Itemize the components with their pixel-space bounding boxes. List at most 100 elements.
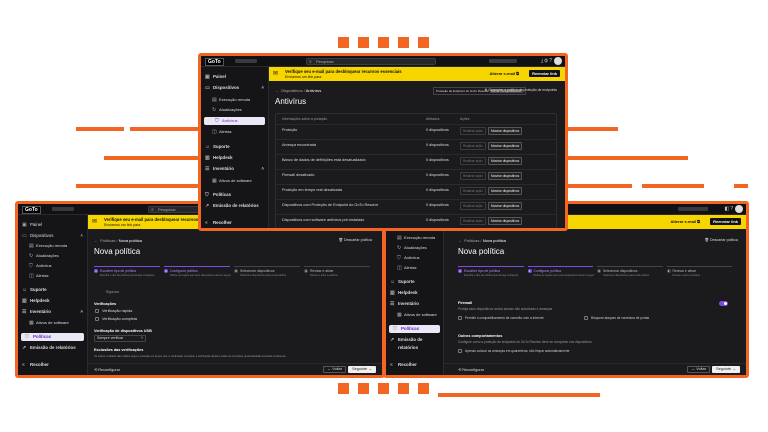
breadcrumb: ← Políticas / Nova política: [458, 238, 506, 243]
avatar[interactable]: [554, 57, 562, 65]
sidebar-item-policies[interactable]: ⛉ Políticas: [389, 325, 440, 333]
manage-policy-link[interactable]: ⚙ Gerenciar a política de proteção de en…: [484, 88, 557, 92]
take-action-button[interactable]: Realizar ação: [460, 172, 486, 180]
account-pill[interactable]: [235, 59, 257, 63]
show-devices-button[interactable]: Mostrar dispositivos: [488, 142, 523, 150]
reset-button[interactable]: ⟲ Reconfigurar: [94, 367, 120, 372]
quick-scan-checkbox[interactable]: [95, 309, 99, 313]
dashboard-icon: ▣: [205, 74, 210, 80]
step-3: 3 Selecionar dispositivos Selecione dispos…: [234, 266, 304, 281]
sidebar-item-updates[interactable]: ↻ Atualizações: [201, 106, 268, 114]
sidebar-collapse[interactable]: «Recolher: [201, 219, 268, 227]
take-action-button[interactable]: Realizar ação: [460, 217, 486, 225]
sidebar-item-antivirus[interactable]: ⛉ Antivírus: [204, 117, 265, 125]
sidebar-item-reports[interactable]: ↗ Emissão de relatórios: [18, 344, 87, 352]
show-devices-button[interactable]: Mostrar dispositivos: [488, 127, 523, 135]
block-port-scan-checkbox[interactable]: [584, 316, 588, 320]
sidebar-item-antivirus[interactable]: ⛉ Antivírus: [18, 262, 87, 270]
back-arrow-icon[interactable]: ←: [458, 238, 462, 243]
decor-line: [104, 156, 198, 160]
mail-icon: ✉: [92, 219, 98, 225]
sidebar-item-panel[interactable]: ▣ Painel: [18, 221, 87, 229]
step-2: 2 Configurar política Defina as regras que…: [164, 266, 234, 281]
sidebar-item-support[interactable]: ☺ Suporte: [18, 286, 87, 294]
back-arrow-icon[interactable]: ←: [275, 88, 279, 93]
show-devices-button[interactable]: Mostrar dispositivos: [488, 217, 523, 225]
sidebar-item-helpdesk[interactable]: ▥ Helpdesk: [18, 297, 87, 305]
step-3: 3 Selecionar dispositivos Selecione dispos…: [597, 266, 667, 281]
table-header: Informações sobre a proteção Afetados Aç…: [276, 114, 556, 123]
sidebar-item-inventory[interactable]: ☰ Inventário: [386, 300, 443, 308]
sidebar-item-reports[interactable]: ↗ Emissão de relatórios: [201, 202, 268, 210]
take-action-button[interactable]: Realizar ação: [460, 142, 486, 150]
sidebar-item-updates[interactable]: ↻ Atualizações: [18, 252, 87, 260]
account-info: [489, 59, 517, 63]
show-devices-button[interactable]: Mostrar dispositivos: [488, 172, 523, 180]
back-button[interactable]: ← Voltar: [323, 366, 346, 373]
resend-link-button[interactable]: Reenviar link: [529, 70, 560, 77]
sidebar-item-alerts[interactable]: ◫ Alertas: [201, 128, 268, 136]
take-action-button[interactable]: Realizar ação: [460, 187, 486, 195]
sidebar-item-inventory[interactable]: ☰ Inventário ˄: [18, 308, 87, 316]
help-icon[interactable]: ?: [549, 58, 553, 64]
help-icon[interactable]: ?: [730, 206, 734, 212]
next-button[interactable]: Seguinte →: [712, 366, 740, 373]
resend-link-button[interactable]: Reenviar link: [710, 218, 741, 225]
decor-line: [642, 184, 704, 188]
sidebar-item-remote[interactable]: ▤ Execução remota: [18, 242, 87, 250]
sidebar-item-reports[interactable]: ↗ Emissão de relatórios: [386, 336, 443, 350]
change-email-button[interactable]: Alterar e-mail ⧉: [489, 71, 519, 76]
sidebar-collapse[interactable]: «Recolher: [386, 361, 443, 369]
sidebar-item-remote[interactable]: ▤ Execução remota: [201, 96, 268, 104]
reset-button[interactable]: ⟲ Reconfigurar: [458, 367, 484, 372]
sidebar-item-devices[interactable]: ▭ Dispositivos ˄: [201, 84, 268, 92]
firewall-toggle[interactable]: [719, 301, 728, 306]
quarantine-checkbox[interactable]: [458, 349, 462, 353]
policy-icon: ⛉: [393, 326, 397, 332]
show-devices-button[interactable]: Mostrar dispositivos: [488, 202, 523, 210]
sidebar-item-inventory[interactable]: ☰ Inventário ˄: [201, 165, 268, 173]
sidebar-item-antivirus[interactable]: ⛉ Antivírus: [386, 254, 443, 262]
account-pill[interactable]: [52, 207, 74, 211]
sidebar-item-support[interactable]: ☺ Suporte: [386, 278, 443, 286]
sidebar-item-panel[interactable]: ▣ Painel: [201, 73, 268, 81]
show-devices-button[interactable]: Mostrar dispositivos: [488, 187, 523, 195]
table-row: Firewall desativado 0 dispositivos Realiza…: [276, 169, 556, 180]
full-scan-checkbox[interactable]: [95, 317, 99, 321]
ticket-icon: ▥: [390, 290, 395, 296]
sidebar-item-alerts[interactable]: ◫ Alertas: [386, 264, 443, 272]
policy-icon: ⛉: [25, 334, 29, 340]
sidebar-item-devices[interactable]: ▭ Dispositivos ˄: [18, 232, 87, 240]
back-button[interactable]: ← Voltar: [687, 366, 710, 373]
sidebar-item-support[interactable]: ☺ Suporte: [201, 143, 268, 151]
sidebar-item-software[interactable]: ▦ Ativos de software: [386, 311, 443, 319]
sidebar-item-software[interactable]: ▦ Ativos de software: [18, 319, 87, 327]
discard-policy-button[interactable]: 🗑 Descartar política: [704, 238, 738, 242]
search-input[interactable]: ⌕ Pesquisar: [306, 58, 436, 65]
sidebar-item-updates[interactable]: ↻ Atualizações: [386, 244, 443, 252]
sidebar-item-helpdesk[interactable]: ▥ Helpdesk: [386, 289, 443, 297]
sidebar-item-helpdesk[interactable]: ▥ Helpdesk: [201, 154, 268, 162]
sidebar-item-policies[interactable]: ⛉ Políticas: [21, 333, 84, 341]
verifications-title: Verificações: [94, 302, 117, 306]
take-action-button[interactable]: Realizar ação: [460, 157, 486, 165]
show-devices-button[interactable]: Mostrar dispositivos: [488, 157, 523, 165]
sidebar-item-software[interactable]: ▦ Ativos de software: [201, 177, 268, 185]
account-pill[interactable]: [678, 207, 708, 211]
sidebar-collapse[interactable]: «Recolher: [18, 361, 87, 369]
sidebar-item-alerts[interactable]: ◫ Alertas: [18, 272, 87, 280]
take-action-button[interactable]: Realizar ação: [460, 127, 486, 135]
sidebar-item-policies[interactable]: ⛉ Políticas: [201, 191, 268, 199]
table-row: Dispositivos com software antivírus pré-…: [276, 214, 556, 225]
step-1: 1 Escolher tipo de política Escolha o tipo…: [458, 266, 528, 281]
discard-policy-button[interactable]: 🗑 Descartar política: [338, 238, 372, 242]
change-email-button[interactable]: Alterar e-mail ⧉: [670, 219, 700, 224]
sidebar-item-remote[interactable]: ▤ Execução remota: [386, 234, 443, 242]
avatar[interactable]: [735, 205, 743, 213]
next-button[interactable]: Seguinte →: [348, 366, 376, 373]
take-action-button[interactable]: Realizar ação: [460, 202, 486, 210]
share-connection-checkbox[interactable]: [458, 316, 462, 320]
full-scan-label: Verificação completa: [102, 317, 138, 321]
back-arrow-icon[interactable]: ←: [94, 238, 98, 243]
usb-select[interactable]: Sempre verificar ˅: [94, 335, 146, 342]
